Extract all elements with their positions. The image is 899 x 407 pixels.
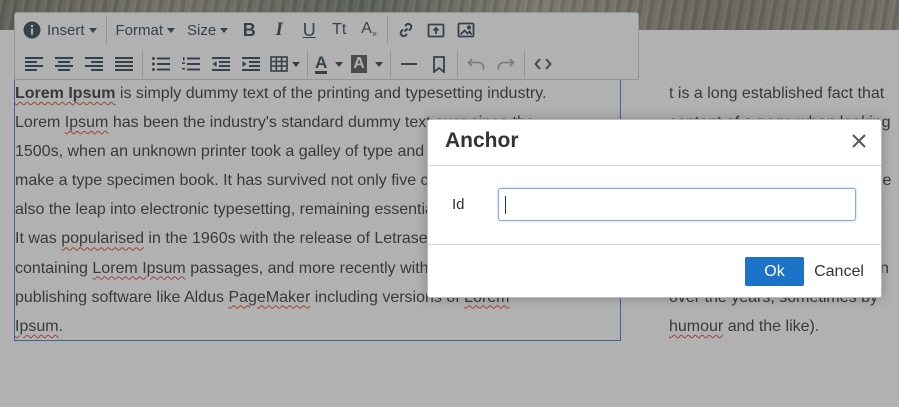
close-icon[interactable] [851, 133, 867, 149]
id-input[interactable] [498, 188, 856, 221]
dialog-header: Anchor [428, 120, 881, 166]
anchor-dialog: Anchor Id Ok Cancel [427, 119, 882, 298]
id-label: Id [452, 196, 465, 213]
ok-button[interactable]: Ok [745, 257, 804, 286]
text-cursor [505, 196, 506, 214]
cancel-button[interactable]: Cancel [806, 257, 872, 286]
dialog-body: Id [428, 165, 881, 245]
page: Lorem Ipsum is simply dummy text of the … [0, 0, 899, 407]
dialog-title: Anchor [445, 129, 519, 152]
